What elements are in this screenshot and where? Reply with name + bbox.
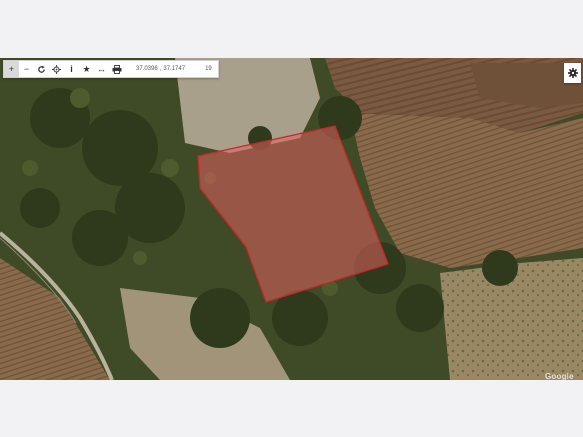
google-attribution: Google bbox=[545, 372, 574, 381]
measure-icon: ↔ bbox=[97, 64, 106, 74]
measure-button[interactable]: ↔ bbox=[94, 61, 109, 77]
map-toolbar: + − i ★ ↔ 37.0396 , 37.1747 19 bbox=[3, 60, 219, 78]
locate-icon bbox=[52, 64, 61, 74]
print-button[interactable] bbox=[109, 61, 124, 77]
info-icon: i bbox=[70, 64, 73, 74]
coordinate-readout: 37.0396 , 37.1747 bbox=[124, 66, 191, 72]
info-button[interactable]: i bbox=[64, 61, 79, 77]
coordinate-separator: , bbox=[159, 66, 162, 72]
gear-icon bbox=[567, 68, 578, 78]
refresh-button[interactable] bbox=[34, 61, 49, 77]
zoom-level: 19 bbox=[205, 66, 212, 72]
print-icon bbox=[112, 64, 121, 74]
favorite-button[interactable]: ★ bbox=[79, 61, 94, 77]
zoom-out-button[interactable]: − bbox=[19, 61, 34, 77]
locate-button[interactable] bbox=[49, 61, 64, 77]
zoom-in-button[interactable]: + bbox=[4, 61, 19, 77]
latitude-value: 37.0396 bbox=[136, 66, 158, 72]
settings-button[interactable] bbox=[564, 63, 581, 83]
satellite-imagery bbox=[0, 58, 583, 380]
star-icon: ★ bbox=[82, 63, 91, 74]
refresh-icon bbox=[38, 65, 45, 73]
map-view[interactable] bbox=[0, 58, 583, 380]
plus-icon: + bbox=[8, 64, 15, 74]
minus-icon: − bbox=[23, 64, 30, 74]
longitude-value: 37.1747 bbox=[163, 66, 186, 72]
